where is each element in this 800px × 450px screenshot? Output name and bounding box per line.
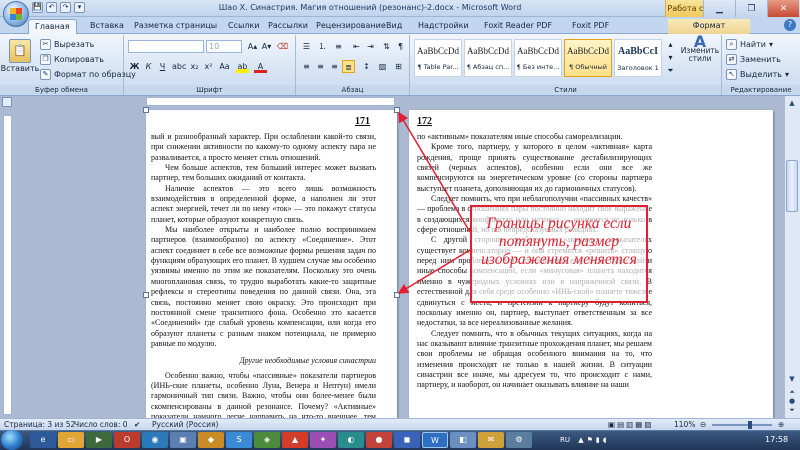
app-icon[interactable]: ⚙ <box>506 432 532 448</box>
app-icon[interactable]: ◼ <box>394 432 420 448</box>
word-taskbar-icon[interactable]: W <box>422 432 448 448</box>
app-icon[interactable]: ◐ <box>338 432 364 448</box>
app-icon[interactable]: ✦ <box>310 432 336 448</box>
office-logo-icon <box>10 8 22 20</box>
office-button[interactable] <box>3 1 29 27</box>
start-button[interactable] <box>1 430 23 450</box>
status-bar: Страница: 3 из 52 Число слов: 0 ✔ Русски… <box>0 418 800 430</box>
media-icon[interactable]: ▶ <box>86 432 112 448</box>
annotation-callout: Границы рисунка если потянуть, размер из… <box>470 205 648 303</box>
explorer-icon[interactable]: ▭ <box>58 432 84 448</box>
app-icon[interactable]: ◆ <box>198 432 224 448</box>
arrow-to-top-right-handle <box>398 111 471 233</box>
ie-icon[interactable]: e <box>30 432 56 448</box>
zoom-slider[interactable] <box>712 424 772 426</box>
system-tray: RU ▲⚑▮◖ 17:58 <box>560 430 788 450</box>
annotation-arrows <box>397 111 471 294</box>
skype-icon[interactable]: S <box>226 432 252 448</box>
app-icon[interactable]: ▣ <box>170 432 196 448</box>
app-icon[interactable]: ◉ <box>142 432 168 448</box>
app-icon[interactable]: ✉ <box>478 432 504 448</box>
app-icon[interactable]: ◈ <box>254 432 280 448</box>
opera-icon[interactable]: O <box>114 432 140 448</box>
annotation-text: Границы рисунка если потянуть, размер из… <box>481 215 637 268</box>
tray-icons[interactable]: ▲⚑▮◖ <box>578 436 609 444</box>
language-tray[interactable]: RU <box>560 436 570 444</box>
app-icon[interactable]: ◧ <box>450 432 476 448</box>
clock[interactable]: 17:58 <box>765 430 788 450</box>
arrow-to-middle-right-handle <box>397 249 471 294</box>
app-icon[interactable]: ● <box>366 432 392 448</box>
app-icon[interactable]: ▲ <box>282 432 308 448</box>
zoom-slider-thumb[interactable] <box>748 421 752 429</box>
